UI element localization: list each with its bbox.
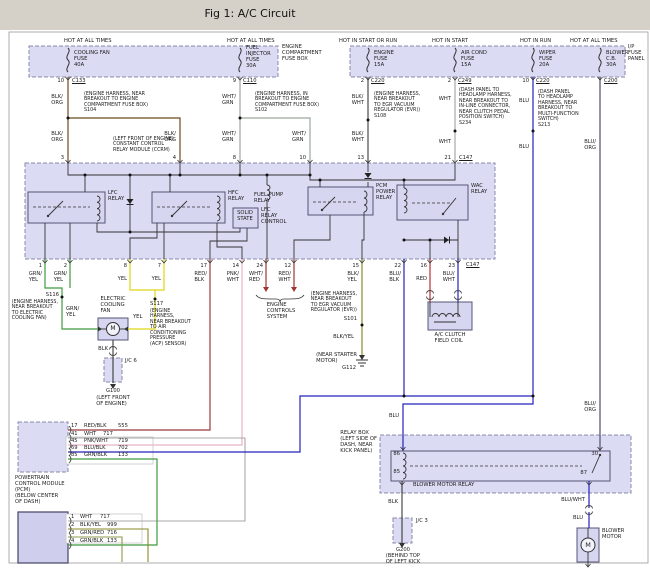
underbrace <box>255 294 305 303</box>
splice-dot <box>453 129 457 133</box>
relay-switch-pivot <box>320 208 324 212</box>
splice-dot <box>238 116 242 120</box>
splice-dot <box>402 238 406 242</box>
splice-dot <box>168 173 172 177</box>
relay-switch-pivot <box>598 453 602 457</box>
splice-dot <box>308 173 312 177</box>
splice-dot <box>402 394 406 398</box>
wiring-diagram-viewer: Fig 1: A/C Circuit HOT AT ALL TIMES HOT A… <box>0 0 650 574</box>
yel-2 <box>155 259 165 291</box>
arrowhead-icon <box>291 287 297 292</box>
splice-dot <box>60 295 64 299</box>
splice-dot <box>178 173 182 177</box>
yel-1 <box>129 259 156 299</box>
relay-switch-pivot <box>46 214 50 218</box>
ac-switch-box <box>17 511 69 564</box>
wht-grn-branch <box>240 117 311 163</box>
splice-dot <box>238 173 242 177</box>
pcm-power-relay-box <box>307 186 374 216</box>
splice-dot <box>531 394 535 398</box>
relay-switch-pivot <box>441 212 445 216</box>
splice-dot <box>428 238 432 242</box>
splice-dot <box>265 173 269 177</box>
splice-dot <box>153 297 157 301</box>
hfc-relay-box <box>151 191 226 224</box>
ip-fuse-panel-box <box>349 45 626 78</box>
highlight-rect-1 <box>65 436 154 465</box>
arrowhead-icon <box>399 543 405 548</box>
relay-switch-pivot <box>170 214 174 218</box>
arrowhead-icon <box>359 355 365 360</box>
splice-dot <box>66 116 70 120</box>
yel-fan <box>128 299 156 330</box>
grn-yel-1 <box>44 259 63 297</box>
motor-icon <box>106 322 120 336</box>
splice-dot <box>531 129 535 133</box>
splice-dot <box>360 323 364 327</box>
solid-state-box <box>232 207 259 229</box>
arrowhead-icon <box>110 384 116 389</box>
arrowhead-icon <box>263 287 269 292</box>
motor-icon <box>580 537 596 553</box>
splice-dot <box>128 173 132 177</box>
red-blk-17 <box>68 259 211 431</box>
splice-dot <box>318 178 322 182</box>
ac-clutch-field-coil-box <box>427 301 473 331</box>
lfc-relay-box <box>27 191 106 224</box>
relay-box <box>379 434 632 494</box>
wiring-diagram-canvas <box>8 31 649 568</box>
splice-dot <box>402 178 406 182</box>
splice-dot <box>366 118 370 122</box>
wac-relay-box <box>396 184 469 221</box>
splice-dot <box>83 173 87 177</box>
splice-dot <box>128 230 132 234</box>
grn-yel-fan <box>61 297 98 330</box>
blk-org-branch <box>68 117 181 163</box>
pnk-wht-14 <box>68 259 243 446</box>
pcm-box <box>17 421 69 473</box>
